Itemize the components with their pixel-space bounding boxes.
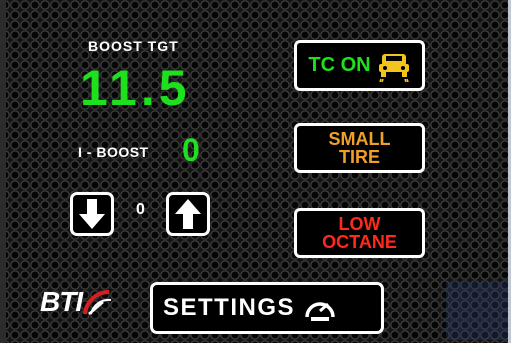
small-tire-button[interactable]: SMALL TIRE [294,123,425,173]
stepper-value: 0 [136,201,145,218]
low-octane-line2: OCTANE [322,232,397,252]
gauge-swoosh-icon [83,289,112,315]
i-boost-label: I - BOOST [78,144,149,160]
settings-label: SETTINGS [163,294,296,321]
traction-control-button[interactable]: TC ON [294,40,425,91]
decrease-button[interactable] [70,192,114,236]
arrow-down-icon [79,199,105,229]
arrow-up-icon [175,199,201,229]
dashboard-screen: BOOST TGT 11.5 I - BOOST 0 0 TC ON SMALL… [0,0,511,343]
speedometer-icon [305,302,335,321]
traction-control-car-icon [378,53,409,82]
logo-text: BTI [40,286,83,317]
traction-control-label: TC ON [308,54,371,76]
small-tire-line1: SMALL [328,129,391,149]
increase-button[interactable] [166,192,210,236]
boost-target-value: 11.5 [80,60,191,116]
low-octane-line1: LOW [338,214,381,234]
settings-button[interactable]: SETTINGS [150,282,384,334]
screen-glare [446,282,508,340]
small-tire-line2: TIRE [338,147,380,167]
i-boost-value: 0 [182,132,200,168]
boost-target-label: BOOST TGT [88,38,179,54]
low-octane-button[interactable]: LOW OCTANE [294,208,425,258]
bti-logo: BTI [40,286,113,318]
